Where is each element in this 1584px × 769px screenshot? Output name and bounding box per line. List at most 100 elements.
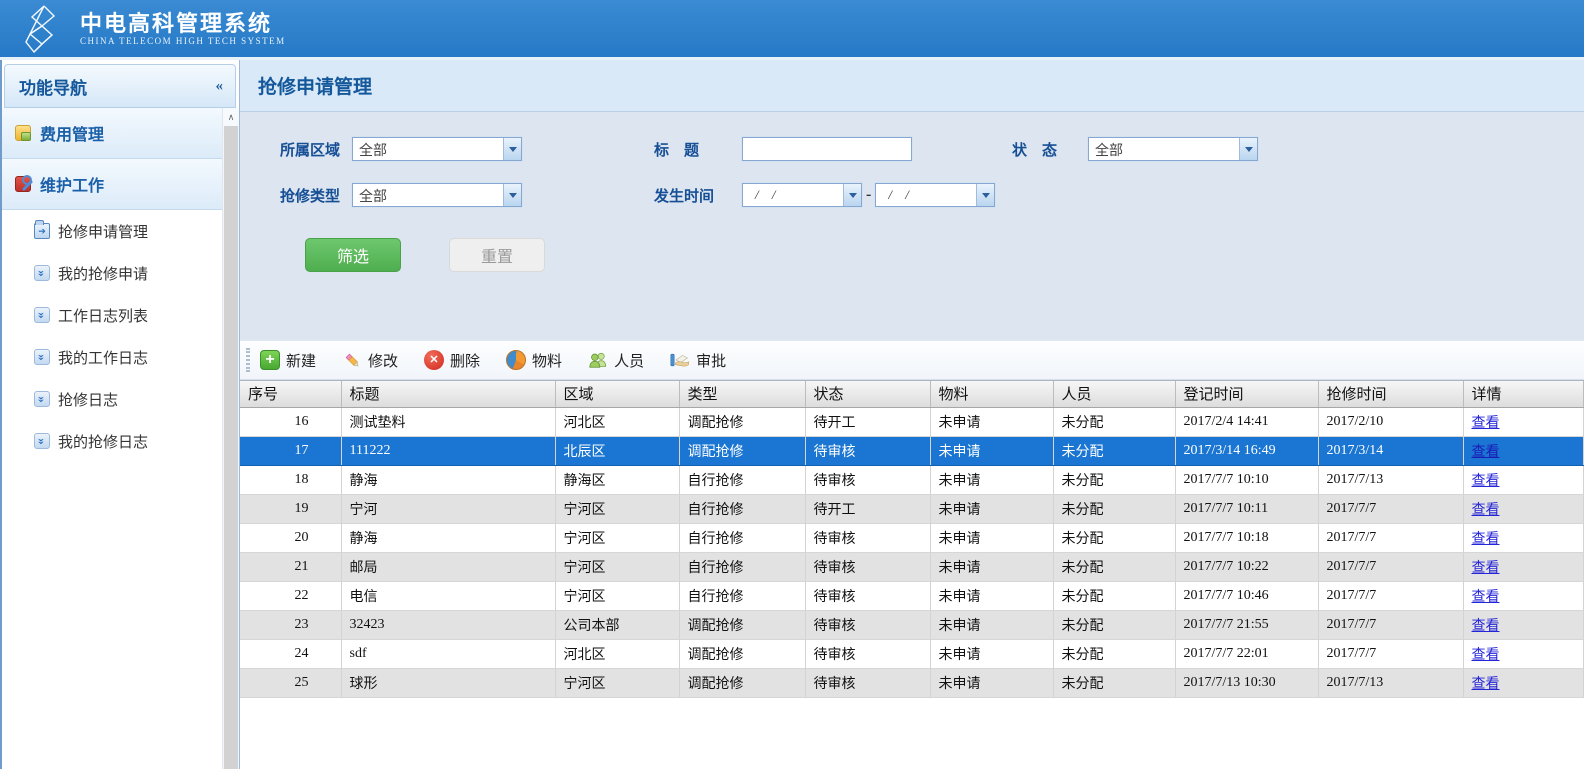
cell-type: 自行抢修 [679, 552, 805, 581]
cell-title: 静海 [341, 523, 555, 552]
double-chevron-down-icon [34, 349, 50, 365]
column-header-status[interactable]: 状态 [805, 381, 930, 407]
sidebar-item-my-repair-requests[interactable]: 我的抢修申请 [2, 252, 224, 294]
new-button[interactable]: + 新建 [260, 350, 316, 371]
sidebar-item-my-work-logs[interactable]: 我的工作日志 [2, 336, 224, 378]
cell-personnel: 未分配 [1053, 494, 1175, 523]
column-header-title[interactable]: 标题 [341, 381, 555, 407]
double-chevron-down-icon [34, 307, 50, 323]
cell-title: sdf [341, 639, 555, 668]
cell-personnel: 未分配 [1053, 465, 1175, 494]
filter-button[interactable]: 筛选 [305, 238, 401, 272]
detail-link[interactable]: 查看 [1472, 619, 1500, 634]
cell-no: 22 [240, 581, 341, 610]
cell-repair-time: 2017/7/7 [1318, 610, 1463, 639]
cell-no: 18 [240, 465, 341, 494]
column-header-reg-time[interactable]: 登记时间 [1175, 381, 1318, 407]
area-select-value: 全部 [353, 138, 503, 160]
sidebar-item-label: 我的抢修申请 [58, 263, 148, 284]
cell-detail: 查看 [1463, 436, 1584, 465]
cell-material: 未申请 [930, 668, 1053, 697]
cell-title: 邮局 [341, 552, 555, 581]
cell-type: 自行抢修 [679, 465, 805, 494]
app-root: 中电高科管理系统 CHINA TELECOM HIGH TECH SYSTEM … [0, 0, 1584, 769]
title-filter-input[interactable] [742, 137, 912, 161]
sidebar-body: 费用管理维护工作抢修申请管理我的抢修申请工作日志列表我的工作日志抢修日志我的抢修… [2, 108, 239, 769]
column-header-material[interactable]: 物料 [930, 381, 1053, 407]
reset-button[interactable]: 重置 [449, 238, 545, 272]
detail-link[interactable]: 查看 [1472, 503, 1500, 518]
sidebar-collapse-button[interactable]: « [216, 78, 224, 95]
scroll-up-icon[interactable]: ∧ [223, 108, 239, 126]
detail-link[interactable]: 查看 [1472, 445, 1500, 460]
cell-type: 调配抢修 [679, 639, 805, 668]
table-row[interactable]: 2332423公司本部调配抢修待审核未申请未分配2017/7/7 21:5520… [240, 610, 1584, 639]
time-to-field[interactable]: / / [875, 183, 995, 207]
detail-link[interactable]: 查看 [1472, 532, 1500, 547]
cell-title: 静海 [341, 465, 555, 494]
sidebar-item-repair-logs[interactable]: 抢修日志 [2, 378, 224, 420]
cell-status: 待审核 [805, 552, 930, 581]
time-from-field[interactable]: / / [742, 183, 862, 207]
detail-link[interactable]: 查看 [1472, 677, 1500, 692]
detail-link[interactable]: 查看 [1472, 474, 1500, 489]
sidebar-item-my-repair-logs[interactable]: 我的抢修日志 [2, 420, 224, 462]
sidebar-item-work-log-list[interactable]: 工作日志列表 [2, 294, 224, 336]
cell-type: 自行抢修 [679, 494, 805, 523]
chevron-down-icon[interactable] [503, 138, 521, 160]
calendar-dropdown-icon[interactable] [843, 184, 861, 206]
sidebar-group-fee-management[interactable]: 费用管理 [2, 108, 224, 159]
banner-text: 中电高科管理系统 CHINA TELECOM HIGH TECH SYSTEM [80, 12, 286, 46]
cell-title: 测试垫料 [341, 407, 555, 436]
personnel-button[interactable]: 人员 [588, 350, 644, 371]
table-row[interactable]: 25球形宁河区调配抢修待审核未申请未分配2017/7/13 10:302017/… [240, 668, 1584, 697]
sidebar-group-maintenance-work[interactable]: 维护工作 [2, 159, 224, 210]
column-header-repair-time[interactable]: 抢修时间 [1318, 381, 1463, 407]
pie-chart-icon [506, 350, 526, 370]
column-header-type[interactable]: 类型 [679, 381, 805, 407]
personnel-button-label: 人员 [614, 350, 644, 371]
sidebar-item-repair-request-management[interactable]: 抢修申请管理 [2, 210, 224, 252]
table-row[interactable]: 19宁河宁河区自行抢修待开工未申请未分配2017/7/7 10:112017/7… [240, 494, 1584, 523]
status-select[interactable]: 全部 [1088, 137, 1258, 161]
table-row[interactable]: 16测试垫料河北区调配抢修待开工未申请未分配2017/2/4 14:412017… [240, 407, 1584, 436]
detail-link[interactable]: 查看 [1472, 561, 1500, 576]
detail-link[interactable]: 查看 [1472, 416, 1500, 431]
sidebar: 功能导航 « 费用管理维护工作抢修申请管理我的抢修申请工作日志列表我的工作日志抢… [0, 60, 240, 769]
table-row[interactable]: 21邮局宁河区自行抢修待审核未申请未分配2017/7/7 10:222017/7… [240, 552, 1584, 581]
type-select[interactable]: 全部 [352, 183, 522, 207]
table-row[interactable]: 18静海静海区自行抢修待审核未申请未分配2017/7/7 10:102017/7… [240, 465, 1584, 494]
edit-button[interactable]: 修改 [342, 350, 398, 371]
cell-status: 待开工 [805, 494, 930, 523]
delete-button[interactable]: ✕ 删除 [424, 350, 480, 371]
cell-area: 宁河区 [555, 581, 679, 610]
cell-reg-time: 2017/7/7 10:10 [1175, 465, 1318, 494]
chevron-down-icon[interactable] [1239, 138, 1257, 160]
table-row[interactable]: 20静海宁河区自行抢修待审核未申请未分配2017/7/7 10:182017/7… [240, 523, 1584, 552]
sidebar-menu: 费用管理维护工作抢修申请管理我的抢修申请工作日志列表我的工作日志抢修日志我的抢修… [2, 108, 239, 462]
area-select[interactable]: 全部 [352, 137, 522, 161]
cell-repair-time: 2017/2/10 [1318, 407, 1463, 436]
column-header-area[interactable]: 区域 [555, 381, 679, 407]
calendar-dropdown-icon[interactable] [976, 184, 994, 206]
scrollbar-thumb[interactable] [224, 126, 238, 769]
cell-area: 公司本部 [555, 610, 679, 639]
approve-button[interactable]: 审批 [670, 350, 726, 371]
title-filter-label: 标 题 [654, 139, 720, 160]
edit-button-label: 修改 [368, 350, 398, 371]
column-header-personnel[interactable]: 人员 [1053, 381, 1175, 407]
material-button[interactable]: 物料 [506, 350, 562, 371]
chevron-down-icon[interactable] [503, 184, 521, 206]
table-row[interactable]: 24sdf河北区调配抢修待审核未申请未分配2017/7/7 22:012017/… [240, 639, 1584, 668]
table-row[interactable]: 22电信宁河区自行抢修待审核未申请未分配2017/7/7 10:462017/7… [240, 581, 1584, 610]
column-header-detail[interactable]: 详情 [1463, 381, 1584, 407]
detail-link[interactable]: 查看 [1472, 590, 1500, 605]
sidebar-header: 功能导航 « [4, 64, 236, 108]
cell-status: 待审核 [805, 465, 930, 494]
app-header: 中电高科管理系统 CHINA TELECOM HIGH TECH SYSTEM [0, 0, 1584, 57]
toolbar-grip-handle[interactable] [246, 348, 250, 372]
column-header-no[interactable]: 序号 [240, 381, 341, 407]
table-row[interactable]: 17111222北辰区调配抢修待审核未申请未分配2017/3/14 16:492… [240, 436, 1584, 465]
sidebar-scrollbar[interactable]: ∧ [222, 108, 239, 769]
detail-link[interactable]: 查看 [1472, 648, 1500, 663]
